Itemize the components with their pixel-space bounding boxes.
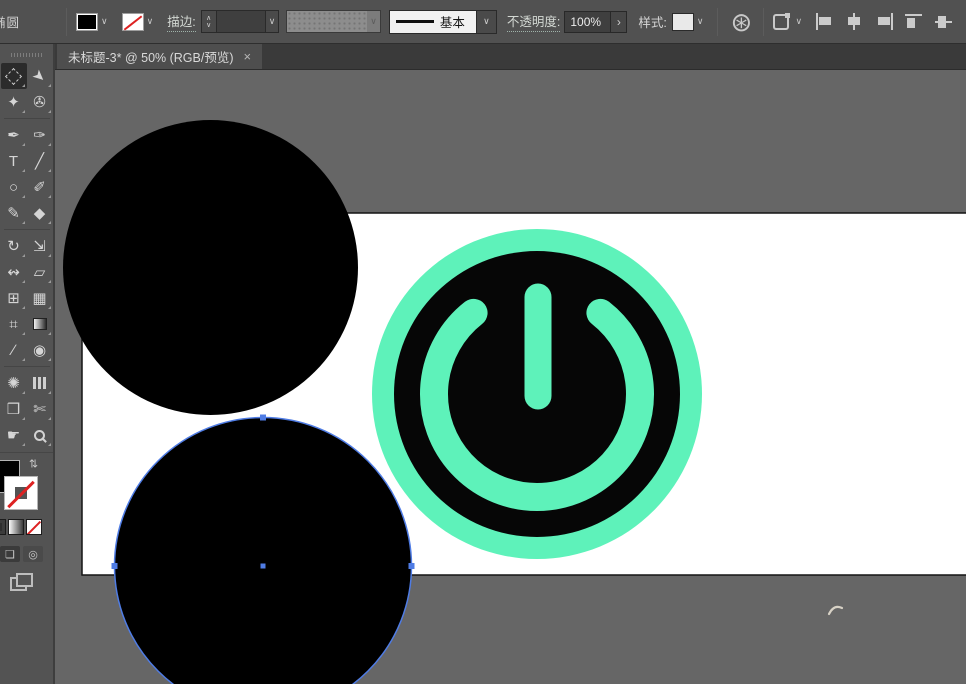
color-mode-button[interactable] (0, 519, 6, 535)
tool-magic-wand[interactable]: ✦ (1, 89, 27, 115)
tool-paintbrush[interactable]: ✐ (27, 174, 53, 200)
stepper-down-icon[interactable]: ∨ (206, 22, 211, 29)
tool-pen[interactable]: ✒ (1, 122, 27, 148)
align-buttons (814, 13, 955, 30)
opacity-value-field[interactable]: 100% (564, 10, 612, 33)
tool-zoom[interactable] (27, 422, 53, 448)
tool-selection[interactable] (0, 63, 27, 89)
stroke-color-dropdown[interactable]: ∨ (120, 9, 159, 35)
anchor-point[interactable] (111, 563, 118, 569)
fill-color-dropdown[interactable]: ∨ (74, 9, 113, 35)
variable-width-profile-dropdown-disabled: ∨ (286, 10, 381, 33)
graphic-style-swatch[interactable] (671, 12, 694, 31)
change-screen-mode-icon[interactable] (10, 573, 33, 591)
separator (763, 7, 765, 36)
stroke-weight-field[interactable] (216, 11, 265, 32)
stroke-preview-line (395, 20, 434, 23)
shape-properties-dropdown[interactable]: ∨ (773, 12, 805, 30)
stroke-weight-combo[interactable]: ∧ ∨ ∨ (200, 10, 280, 33)
stroke-indicator-swatch-none[interactable] (4, 476, 38, 510)
gradient-mode-button[interactable] (8, 519, 24, 535)
tool-width[interactable]: ↭ (1, 259, 27, 285)
control-bar: 椭圆 ∨ ∨ 描边: ∧ ∨ ∨ ∨ 基本 ∨ (0, 0, 966, 44)
tool-perspective-grid[interactable]: ▦ (27, 285, 53, 311)
stroke-weight-stepper[interactable]: ∧ ∨ (201, 11, 217, 32)
disabled-combo-field (287, 11, 368, 32)
tool-blend[interactable]: ◉ (27, 337, 53, 363)
toolbox-grip[interactable] (10, 53, 43, 57)
draw-behind-mode-button[interactable]: ◎ (23, 546, 43, 562)
tool-line-segment[interactable]: ╱ (27, 148, 53, 174)
canvas-artwork (63, 120, 966, 684)
black-circle-top[interactable] (63, 120, 358, 415)
illustrator-window: 椭圆 ∨ ∨ 描边: ∧ ∨ ∨ ∨ 基本 ∨ (0, 0, 966, 684)
cursor-mark (827, 605, 844, 616)
stepper-up-icon[interactable]: ∧ (206, 15, 211, 22)
anchor-point[interactable] (260, 414, 266, 421)
align-vertical-center-button[interactable] (934, 13, 955, 30)
tool-artboard[interactable]: ❒ (1, 396, 27, 422)
tool-rotate[interactable]: ↻ (1, 233, 27, 259)
swap-fill-stroke-icon[interactable]: ⇄ (27, 459, 40, 468)
stroke-panel-link[interactable]: 描边: (167, 11, 196, 32)
tool-mesh[interactable]: ⌗ (1, 311, 27, 337)
tool-eyedropper[interactable]: ∕ (1, 337, 27, 363)
chevron-down-icon[interactable]: ∨ (476, 9, 497, 34)
toolbox-separator (1, 226, 53, 233)
separator (717, 7, 719, 36)
tool-eraser[interactable]: ◆ (27, 200, 53, 226)
align-horizontal-left-button[interactable] (814, 13, 835, 30)
tool-hand[interactable]: ☛ (1, 422, 27, 448)
style-label: 样式: (638, 16, 667, 30)
toolbox-separator (1, 363, 53, 370)
draw-normal-mode-button[interactable]: ❏ (0, 546, 20, 562)
separator (66, 7, 68, 36)
power-icon[interactable] (372, 229, 702, 559)
opacity-expand-button[interactable]: › (611, 10, 628, 33)
tool-shape-builder[interactable]: ⊞ (1, 285, 27, 311)
tool-pencil[interactable]: ✎ (1, 200, 27, 226)
tool-curvature[interactable]: ✑ (27, 122, 53, 148)
anchor-point[interactable] (408, 563, 415, 569)
tool-column-graph[interactable] (27, 370, 53, 396)
brush-definition-dropdown[interactable]: 基本 ∨ (388, 9, 497, 34)
tool-slice[interactable]: ✄ (27, 396, 53, 422)
chevron-down-icon: ∨ (367, 11, 380, 32)
tool-ellipse[interactable]: ○ (1, 174, 27, 200)
tool-symbol-sprayer[interactable]: ✺ (1, 370, 27, 396)
tab-bar: 未标题-3* @ 50% (RGB/预览) × (55, 44, 966, 70)
chevron-down-icon[interactable]: ∨ (694, 16, 707, 27)
recolor-artwork-icon[interactable]: ⊛ (727, 8, 755, 36)
none-mode-button[interactable] (26, 519, 42, 535)
shape-icon (773, 12, 791, 30)
tool-type[interactable]: T (1, 148, 27, 174)
graphic-style-dropdown[interactable]: ∨ (670, 9, 709, 35)
canvas[interactable] (55, 70, 966, 684)
tool-free-transform[interactable]: ▱ (27, 259, 53, 285)
align-horizontal-center-button[interactable] (844, 13, 865, 30)
document-tab-title: 未标题-3* @ 50% (RGB/预览) (68, 51, 234, 65)
tool-gradient[interactable] (27, 311, 53, 337)
fill-stroke-controls: ⇄ ❏ ◎ (0, 452, 53, 602)
align-vertical-top-button[interactable] (904, 13, 925, 30)
center-point[interactable] (260, 563, 266, 569)
selected-object-type-label: 椭圆 (0, 16, 21, 30)
chevron-down-icon[interactable]: ∨ (264, 11, 279, 32)
opacity-panel-link[interactable]: 不透明度: (506, 11, 561, 32)
tool-scale[interactable]: ⇲ (27, 233, 53, 259)
stroke-color-swatch-none[interactable] (121, 12, 144, 31)
toolbox: ➤ ✦ ✇ ✒ ✑ T ╱ ○ ✐ ✎ ◆ ↻ ⇲ ↭ ▱ ⊞ ▦ ⌗ ∕ ◉ ✺ ❒ ✄ ☛ ⇄ ❏ ◎ (0, 44, 55, 684)
brush-definition-value: 基本 (439, 16, 465, 30)
fill-color-swatch[interactable] (76, 12, 99, 31)
chevron-down-icon[interactable]: ∨ (144, 16, 157, 27)
chevron-down-icon[interactable]: ∨ (792, 16, 805, 27)
chevron-down-icon[interactable]: ∨ (98, 16, 111, 27)
tool-lasso[interactable]: ✇ (27, 89, 53, 115)
align-horizontal-right-button[interactable] (874, 13, 895, 30)
tool-direct-selection[interactable]: ➤ (27, 63, 53, 89)
document-tab[interactable]: 未标题-3* @ 50% (RGB/预览) × (57, 44, 263, 69)
toolbox-separator (1, 115, 53, 122)
close-icon[interactable]: × (244, 49, 252, 64)
